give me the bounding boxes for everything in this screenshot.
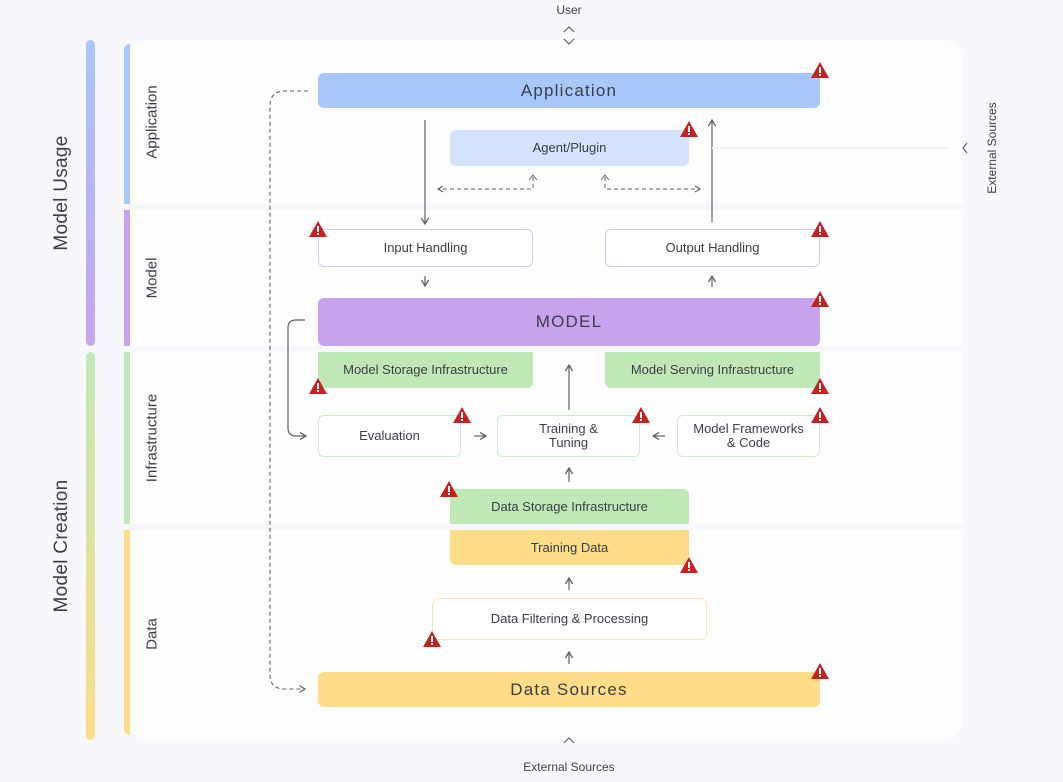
chevron-down-icon (563, 38, 575, 45)
chevron-up-icon (563, 26, 575, 33)
risk-warning-icon[interactable] (452, 406, 472, 424)
arrow-agent-left (436, 177, 534, 193)
chevron-up-icon (563, 737, 575, 744)
arrow-app-to-datasources (269, 90, 308, 693)
risk-warning-icon[interactable] (679, 556, 699, 574)
risk-warning-icon[interactable] (631, 406, 651, 424)
risk-warning-icon[interactable] (810, 61, 830, 79)
arrow-agent-right (604, 177, 702, 193)
risk-warning-icon[interactable] (679, 120, 699, 138)
arrow-model-to-evaluation (287, 319, 308, 441)
chevron-left-icon (962, 142, 968, 154)
risk-warning-icon[interactable] (422, 630, 442, 648)
risk-warning-icon[interactable] (308, 220, 328, 238)
risk-warning-icon[interactable] (810, 406, 830, 424)
connectors (269, 26, 968, 744)
risk-warning-icon[interactable] (308, 377, 328, 395)
risk-warning-icon[interactable] (810, 377, 830, 395)
risk-warning-icon[interactable] (439, 480, 459, 498)
risk-warning-icon[interactable] (810, 220, 830, 238)
risk-warning-icon[interactable] (810, 662, 830, 680)
risk-warning-icon[interactable] (810, 290, 830, 308)
